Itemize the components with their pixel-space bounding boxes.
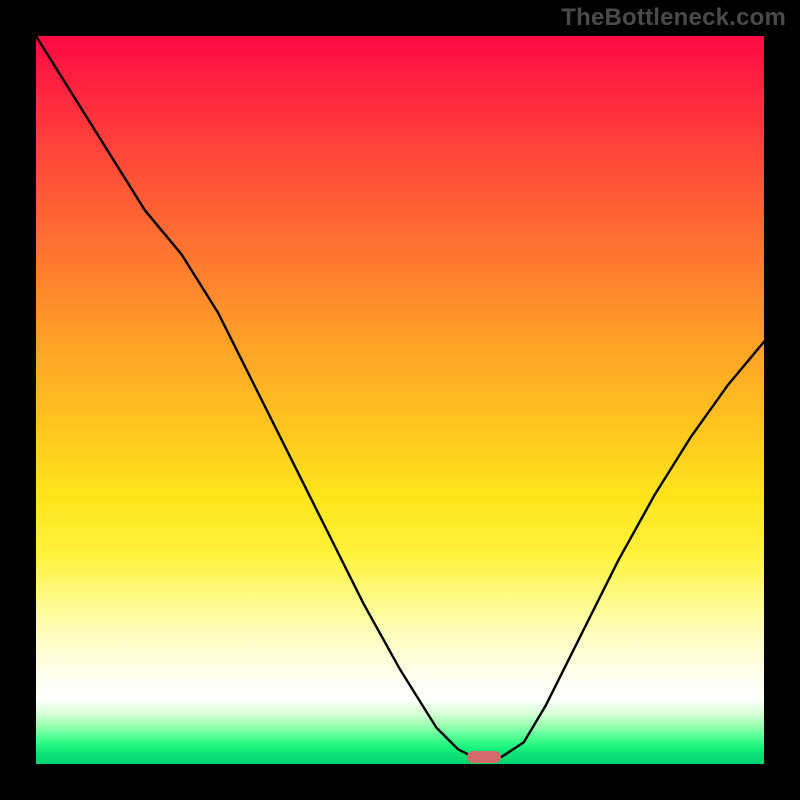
optimum-marker bbox=[467, 751, 501, 763]
chart-frame: TheBottleneck.com bbox=[0, 0, 800, 800]
curve-layer bbox=[36, 36, 764, 764]
watermark-text: TheBottleneck.com bbox=[561, 4, 786, 32]
bottleneck-curve bbox=[36, 36, 764, 757]
plot-area bbox=[36, 36, 764, 764]
